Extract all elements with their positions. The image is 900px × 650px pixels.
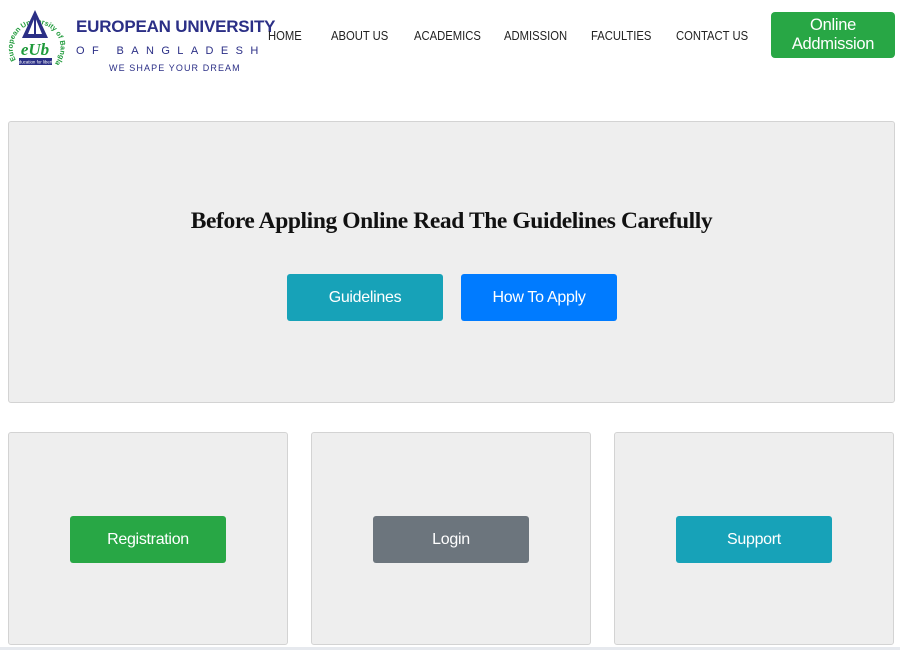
online-admission-button[interactable]: Online Addmission [771, 12, 895, 58]
university-name: EUROPEAN UNIVERSITY [76, 17, 276, 36]
logo-emblem: European University of Bangladesh eUb ed… [8, 2, 68, 68]
logo-motto: education for liberty [16, 60, 55, 65]
guidelines-button[interactable]: Guidelines [287, 274, 443, 321]
university-tagline: WE SHAPE YOUR DREAM [109, 63, 241, 73]
nav-academics[interactable]: ACADEMICS [414, 29, 481, 43]
nav-about-us[interactable]: ABOUT US [331, 29, 388, 43]
nav-faculties[interactable]: FACULTIES [591, 29, 651, 43]
how-to-apply-button[interactable]: How To Apply [461, 274, 617, 321]
login-card: Login [311, 432, 591, 645]
logo-initials: eUb [21, 40, 49, 59]
guidelines-panel: Before Appling Online Read The Guideline… [8, 121, 895, 403]
support-card: Support [614, 432, 894, 645]
registration-button[interactable]: Registration [70, 516, 226, 563]
guidelines-heading: Before Appling Online Read The Guideline… [190, 208, 713, 234]
registration-card: Registration [8, 432, 288, 645]
nav-admission[interactable]: ADMISSION [504, 29, 567, 43]
site-header: European University of Bangladesh eUb ed… [0, 0, 900, 80]
nav-home[interactable]: HOME [268, 29, 302, 43]
university-country: OF BANGLADESH [76, 45, 266, 57]
login-button[interactable]: Login [373, 516, 529, 563]
support-button[interactable]: Support [676, 516, 832, 563]
university-logo[interactable]: European University of Bangladesh eUb ed… [8, 2, 275, 76]
nav-contact-us[interactable]: CONTACT US [676, 29, 748, 43]
